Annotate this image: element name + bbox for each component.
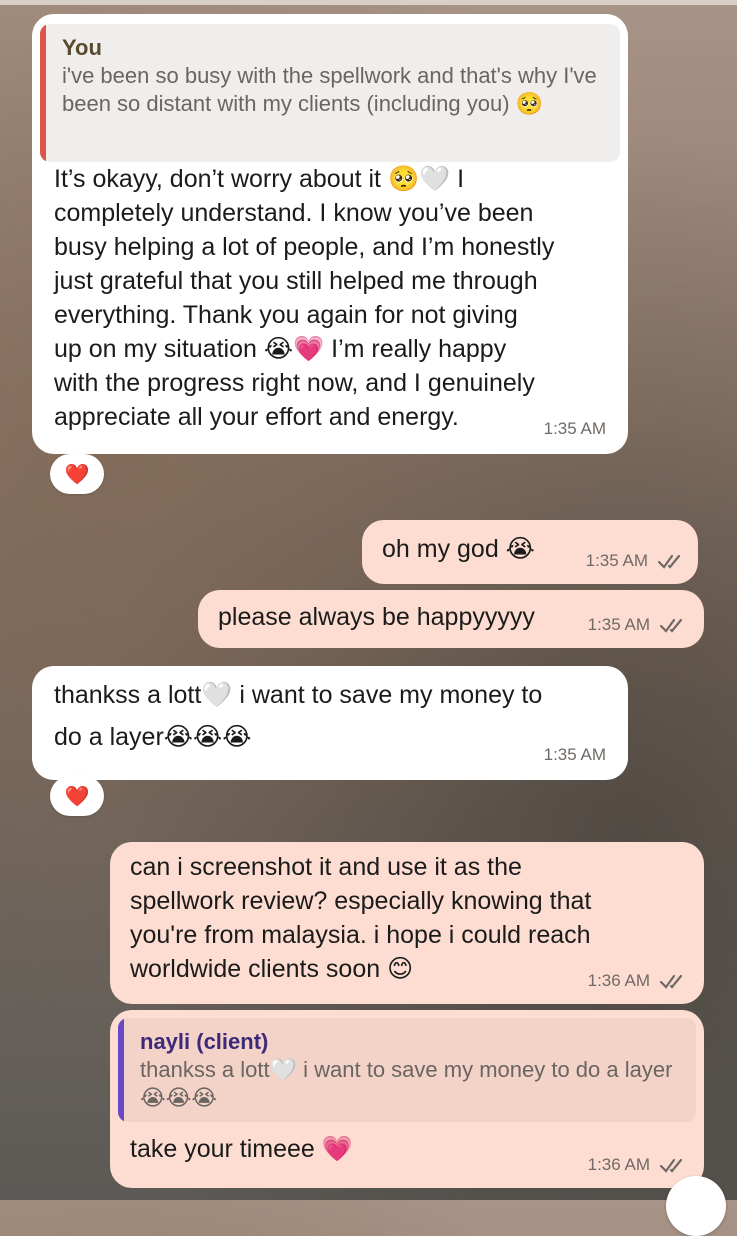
message-timestamp: 1:35 AM bbox=[544, 412, 606, 446]
message-text: please always be happyyyyy bbox=[218, 603, 535, 631]
red-heart-icon[interactable]: ❤️ bbox=[50, 776, 104, 816]
message-line: appreciate all your effort and energy. bbox=[54, 403, 459, 431]
timestamp-text: 1:36 AM bbox=[587, 1155, 650, 1174]
double-check-icon bbox=[659, 974, 683, 989]
message-timestamp: 1:35 AM bbox=[586, 544, 684, 578]
message-text: oh my god 😭 bbox=[382, 535, 535, 563]
quoted-author: You bbox=[62, 35, 102, 60]
message-bubble-outgoing[interactable]: can i screenshot it and use it as the sp… bbox=[110, 842, 704, 1004]
reaction-emoji: ❤️ bbox=[64, 785, 90, 808]
timestamp-text: 1:35 AM bbox=[543, 745, 606, 764]
message-line: just grateful that you still helped me t… bbox=[54, 267, 538, 295]
quoted-reply[interactable]: You i've been so busy with the spellwork… bbox=[40, 24, 620, 162]
quoted-author: nayli (client) bbox=[140, 1029, 269, 1054]
message-bubble-outgoing[interactable]: oh my god 😭 1:35 AM bbox=[362, 520, 698, 584]
message-timestamp: 1:35 AM bbox=[588, 608, 686, 642]
message-line: with the progress right now, and I genui… bbox=[54, 369, 535, 397]
message-bubble-incoming[interactable]: thankss a lott🤍 i want to save my money … bbox=[32, 666, 628, 780]
timestamp-text: 1:36 AM bbox=[587, 971, 650, 990]
scroll-down-button[interactable] bbox=[666, 1176, 726, 1236]
message-line: can i screenshot it and use it as the bbox=[130, 853, 522, 881]
quoted-text: i've been so busy with the spellwork and… bbox=[62, 63, 597, 116]
message-line: completely understand. I know you’ve bee… bbox=[54, 199, 534, 227]
double-check-icon bbox=[659, 1158, 683, 1173]
message-text: take your timeee 💗 bbox=[130, 1135, 353, 1163]
message-line: busy helping a lot of people, and I’m ho… bbox=[54, 233, 555, 261]
double-check-icon bbox=[657, 554, 681, 569]
timestamp-text: 1:35 AM bbox=[543, 419, 606, 438]
red-heart-icon[interactable]: ❤️ bbox=[50, 454, 104, 494]
quoted-text: thankss a lott🤍 i want to save my money … bbox=[140, 1057, 673, 1110]
timestamp-text: 1:35 AM bbox=[587, 615, 650, 634]
message-timestamp: 1:36 AM bbox=[588, 1148, 686, 1182]
message-timestamp: 1:35 AM bbox=[544, 738, 606, 772]
timestamp-text: 1:35 AM bbox=[585, 551, 648, 570]
message-bubble-outgoing[interactable]: please always be happyyyyy 1:35 AM bbox=[198, 590, 704, 648]
message-timestamp: 1:36 AM bbox=[588, 964, 686, 998]
message-line: spellwork review? especially knowing tha… bbox=[130, 887, 592, 915]
message-line: It’s okayy, don’t worry about it 🥺🤍 I bbox=[54, 165, 465, 193]
top-edge bbox=[0, 0, 737, 5]
message-line: do a layer😭😭😭 bbox=[54, 723, 252, 751]
message-line: you're from malaysia. i hope i could rea… bbox=[130, 921, 591, 949]
message-line: up on my situation 😭💗 I’m really happy bbox=[54, 335, 507, 363]
message-line: thankss a lott🤍 i want to save my money … bbox=[54, 681, 543, 709]
message-bubble-incoming[interactable]: You i've been so busy with the spellwork… bbox=[32, 14, 628, 454]
quoted-reply[interactable]: nayli (client) thankss a lott🤍 i want to… bbox=[118, 1018, 696, 1122]
reaction-emoji: ❤️ bbox=[64, 463, 90, 486]
message-line: everything. Thank you again for not givi… bbox=[54, 301, 518, 329]
message-bubble-outgoing[interactable]: nayli (client) thankss a lott🤍 i want to… bbox=[110, 1010, 704, 1188]
double-check-icon bbox=[659, 618, 683, 633]
